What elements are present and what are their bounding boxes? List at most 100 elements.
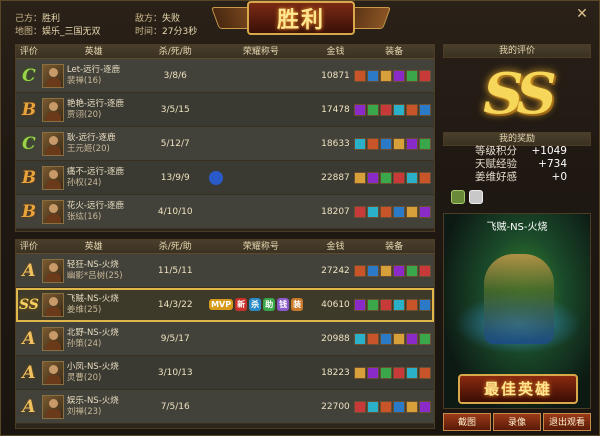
honor-titles: MVP 新杀助钱装 xyxy=(205,298,316,311)
equipment-slot-icon[interactable] xyxy=(367,264,380,277)
equipment-slot-icon[interactable] xyxy=(406,332,419,345)
player-row[interactable]: A 轻狂-NS-火烧 幽影*吕树(25) 11/5/11 27242 xyxy=(16,254,434,288)
equipment-slot-icon[interactable] xyxy=(419,264,432,277)
enemy-result: 失败 xyxy=(162,14,181,24)
exit-button[interactable]: 退出观看 xyxy=(543,413,591,431)
hero-avatar[interactable] xyxy=(41,199,64,224)
player-row[interactable]: SS 飞贼-NS-火烧 姜维(25) 14/3/22 MVP 新杀助钱装 40610 xyxy=(16,288,434,322)
player-name: 轻狂-NS-火烧 xyxy=(66,259,119,270)
hero-avatar[interactable] xyxy=(41,97,64,122)
equipment-slot-icon[interactable] xyxy=(380,400,393,413)
hero-avatar[interactable] xyxy=(41,258,64,283)
equipment-slot-icon[interactable] xyxy=(419,103,432,116)
equipment-slot-icon[interactable] xyxy=(367,171,380,184)
equipment-slot-icon[interactable] xyxy=(406,400,419,413)
hero-avatar[interactable] xyxy=(41,131,64,156)
player-row[interactable]: B 花火-远行-逐鹿 张纮(16) 4/10/10 18207 xyxy=(16,195,434,229)
equipment-slot-icon[interactable] xyxy=(380,69,393,82)
equipment-slot-icon[interactable] xyxy=(406,205,419,218)
hero-avatar[interactable] xyxy=(41,63,64,88)
equipment-slot-icon[interactable] xyxy=(367,366,380,379)
equipment-slot-icon[interactable] xyxy=(393,298,406,311)
equipment-slot-icon[interactable] xyxy=(406,69,419,82)
team-b-rows: A 轻狂-NS-火烧 幽影*吕树(25) 11/5/11 27242 SS 飞贼-NS-火烧… xyxy=(16,254,434,424)
equipment-slot-icon[interactable] xyxy=(354,400,367,413)
player-row[interactable]: A 小凤-NS-火烧 灵曹(20) 3/10/13 18223 xyxy=(16,356,434,390)
equipment-slot-icon[interactable] xyxy=(406,264,419,277)
player-row[interactable]: B 痛不-远行-逐鹿 孙权(24) 13/9/9 22887 xyxy=(16,161,434,195)
equipment-slot-icon[interactable] xyxy=(419,205,432,218)
reward-row: 姜维好感 +0 xyxy=(475,171,567,183)
hero-name: 幽影*吕树(25) xyxy=(66,270,123,281)
equipment-slot-icon[interactable] xyxy=(419,171,432,184)
player-row[interactable]: A 北野-NS-火烧 孙策(24) 9/5/17 20988 xyxy=(16,322,434,356)
equipment-slot-icon[interactable] xyxy=(406,137,419,150)
equipment-slot-icon[interactable] xyxy=(393,332,406,345)
screenshot-button[interactable]: 截图 xyxy=(443,413,491,431)
hero-name: 孙策(24) xyxy=(66,338,102,349)
equipment-slot-icon[interactable] xyxy=(393,366,406,379)
replay-button[interactable]: 录像 xyxy=(493,413,541,431)
equipment-slot-icon[interactable] xyxy=(354,103,367,116)
equipment-slot-icon[interactable] xyxy=(354,171,367,184)
reward-item-icon[interactable] xyxy=(451,190,465,204)
equipment-slot-icon[interactable] xyxy=(380,103,393,116)
equipment-slot-icon[interactable] xyxy=(380,298,393,311)
equipment-slot-icon[interactable] xyxy=(367,298,380,311)
equipment-slot-icon[interactable] xyxy=(367,137,380,150)
hero-avatar[interactable] xyxy=(41,165,64,190)
equipment-slot-icon[interactable] xyxy=(354,332,367,345)
equipment-slot-icon[interactable] xyxy=(393,205,406,218)
equipment-slot-icon[interactable] xyxy=(406,171,419,184)
equipment-slot-icon[interactable] xyxy=(419,137,432,150)
equipment-slot-icon[interactable] xyxy=(393,69,406,82)
action-buttons: 截图 录像 退出观看 xyxy=(443,413,591,431)
equipment-slot-icon[interactable] xyxy=(419,400,432,413)
equipment-slot-icon[interactable] xyxy=(367,205,380,218)
equipment-slot-icon[interactable] xyxy=(354,298,367,311)
equipment-slot-icon[interactable] xyxy=(380,264,393,277)
close-icon[interactable]: ✕ xyxy=(575,7,589,21)
player-name: 痛不-远行-逐鹿 xyxy=(66,166,125,177)
equipment-slot-icon[interactable] xyxy=(393,400,406,413)
equipment-slot-icon[interactable] xyxy=(367,103,380,116)
hero-avatar[interactable] xyxy=(41,394,64,419)
player-name: 飞贼-NS-火烧 xyxy=(66,293,119,304)
hero-avatar[interactable] xyxy=(41,326,64,351)
reward-item-icon[interactable] xyxy=(469,190,483,204)
equipment-slot-icon[interactable] xyxy=(393,103,406,116)
player-row[interactable]: A 娱乐-NS-火烧 刘禅(23) 7/5/16 22700 xyxy=(16,390,434,424)
equipment-slot-icon[interactable] xyxy=(393,171,406,184)
equipment-slot-icon[interactable] xyxy=(380,205,393,218)
kda-value: 3/8/6 xyxy=(163,70,187,81)
equipment-slot-icon[interactable] xyxy=(419,69,432,82)
equipment-slot-icon[interactable] xyxy=(354,69,367,82)
player-row[interactable]: C Let-远行-逐鹿 裴禅(16) 3/8/6 10871 xyxy=(16,59,434,93)
equipment-slot-icon[interactable] xyxy=(367,400,380,413)
equipment-slot-icon[interactable] xyxy=(354,264,367,277)
equipment-slot-icon[interactable] xyxy=(380,332,393,345)
equipment-slot-icon[interactable] xyxy=(380,137,393,150)
equipment-slot-icon[interactable] xyxy=(380,366,393,379)
equipment-slot-icon[interactable] xyxy=(419,298,432,311)
equipment-list xyxy=(354,137,434,150)
hero-avatar[interactable] xyxy=(41,292,64,317)
player-row[interactable]: B 艳艳-远行-逐鹿 贾诩(20) 3/5/15 17478 xyxy=(16,93,434,127)
player-name: 北野-NS-火烧 xyxy=(66,327,119,338)
equipment-slot-icon[interactable] xyxy=(380,171,393,184)
victory-banner: 胜利 xyxy=(210,1,392,37)
equipment-slot-icon[interactable] xyxy=(393,264,406,277)
equipment-slot-icon[interactable] xyxy=(354,137,367,150)
equipment-slot-icon[interactable] xyxy=(393,137,406,150)
equipment-slot-icon[interactable] xyxy=(367,69,380,82)
equipment-slot-icon[interactable] xyxy=(406,366,419,379)
equipment-slot-icon[interactable] xyxy=(354,205,367,218)
equipment-slot-icon[interactable] xyxy=(367,332,380,345)
equipment-slot-icon[interactable] xyxy=(406,298,419,311)
equipment-slot-icon[interactable] xyxy=(354,366,367,379)
equipment-slot-icon[interactable] xyxy=(419,366,432,379)
player-row[interactable]: C 耿-远行-逐鹿 王元姬(20) 5/12/7 18633 xyxy=(16,127,434,161)
equipment-slot-icon[interactable] xyxy=(406,103,419,116)
equipment-slot-icon[interactable] xyxy=(419,332,432,345)
hero-avatar[interactable] xyxy=(41,360,64,385)
